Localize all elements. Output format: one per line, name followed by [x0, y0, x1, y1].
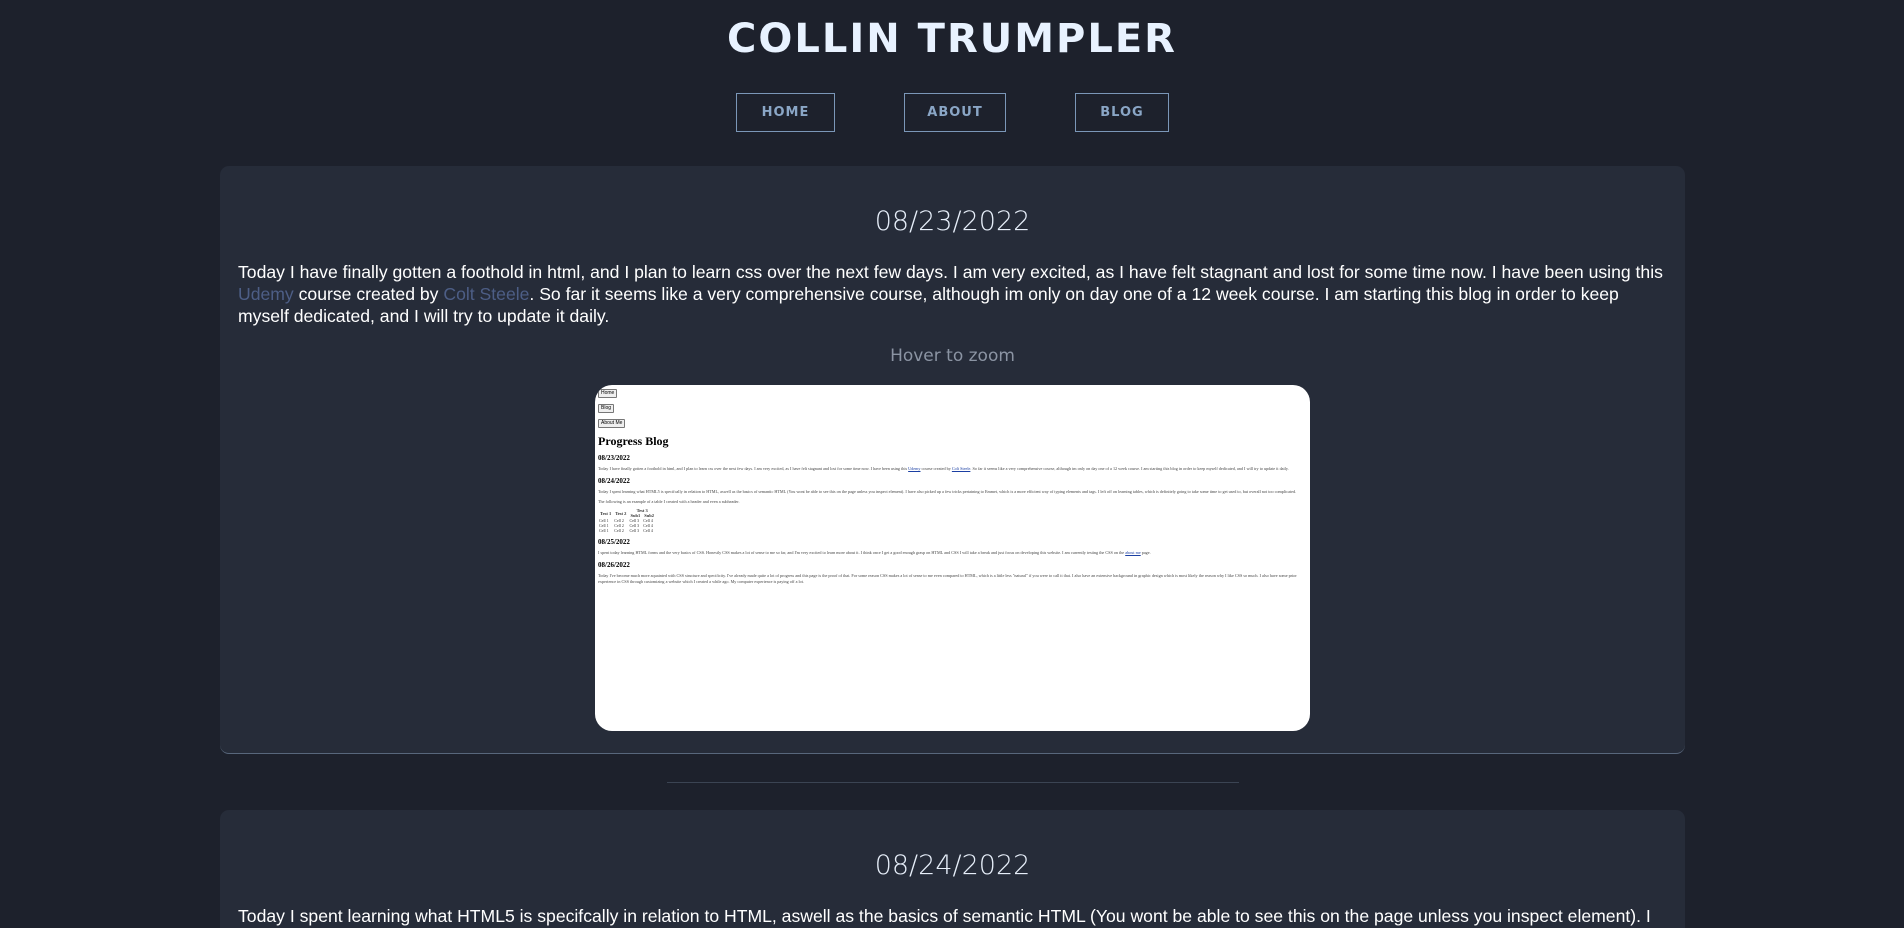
thumb-table: Test 1 Test 2 Test 3 Sub1 Sub2 Cell 1 Cel…: [599, 508, 654, 533]
thumb-entry-date: 08/26/2022: [598, 561, 630, 569]
page: COLLIN TRUMPLER HOME ABOUT BLOG 08/23/20…: [0, 0, 1904, 928]
post-text: Today I have finally gotten a foothold i…: [238, 262, 1663, 282]
section-divider: [667, 782, 1239, 783]
thumb-home-button: Home: [598, 389, 618, 398]
nav-about-button[interactable]: ABOUT: [904, 93, 1006, 132]
thumb-entry-text: Today I spent learning what HTML5 is spe…: [598, 489, 1297, 494]
blog-post-card: 08/23/2022 Today I have finally gotten a…: [220, 166, 1685, 754]
blog-screenshot-thumbnail[interactable]: Home Blog About Me Progress Blog 08/23/2…: [595, 385, 1310, 731]
thumb-about-button: About Me: [598, 419, 626, 428]
main-nav: HOME ABOUT BLOG: [0, 93, 1904, 134]
post-date: 08/23/2022: [874, 206, 1031, 237]
thumb-entry-text: I spent today learning HTML forms and th…: [598, 550, 1151, 555]
nav-home-button[interactable]: HOME: [736, 93, 835, 132]
udemy-link[interactable]: Udemy: [238, 284, 294, 304]
thumb-blog-button: Blog: [598, 404, 615, 413]
thumb-entry-date: 08/23/2022: [598, 454, 630, 462]
thumb-heading: Progress Blog: [598, 434, 669, 448]
thumb-entry-text: Today I have finally gotten a foothold i…: [598, 466, 1289, 471]
colt-steele-link[interactable]: Colt Steele: [443, 284, 529, 304]
hover-to-zoom-hint: Hover to zoom: [890, 346, 1015, 366]
thumb-entry-date: 08/25/2022: [598, 538, 630, 546]
post-date: 08/24/2022: [874, 850, 1031, 881]
post-body: Today I have finally gotten a foothold i…: [238, 261, 1667, 327]
nav-blog-button[interactable]: BLOG: [1075, 93, 1169, 132]
site-title: COLLIN TRUMPLER: [727, 16, 1177, 62]
post-text: course created by: [293, 284, 444, 304]
blog-post-card: 08/24/2022 Today I spent learning what H…: [220, 810, 1685, 928]
thumb-entry-text: Today I've become much more aquainted wi…: [598, 573, 1297, 584]
thumb-table-intro: The following is an example of a table I…: [598, 499, 740, 504]
post-body: Today I spent learning what HTML5 is spe…: [238, 906, 1651, 926]
thumb-entry-date: 08/24/2022: [598, 477, 630, 485]
